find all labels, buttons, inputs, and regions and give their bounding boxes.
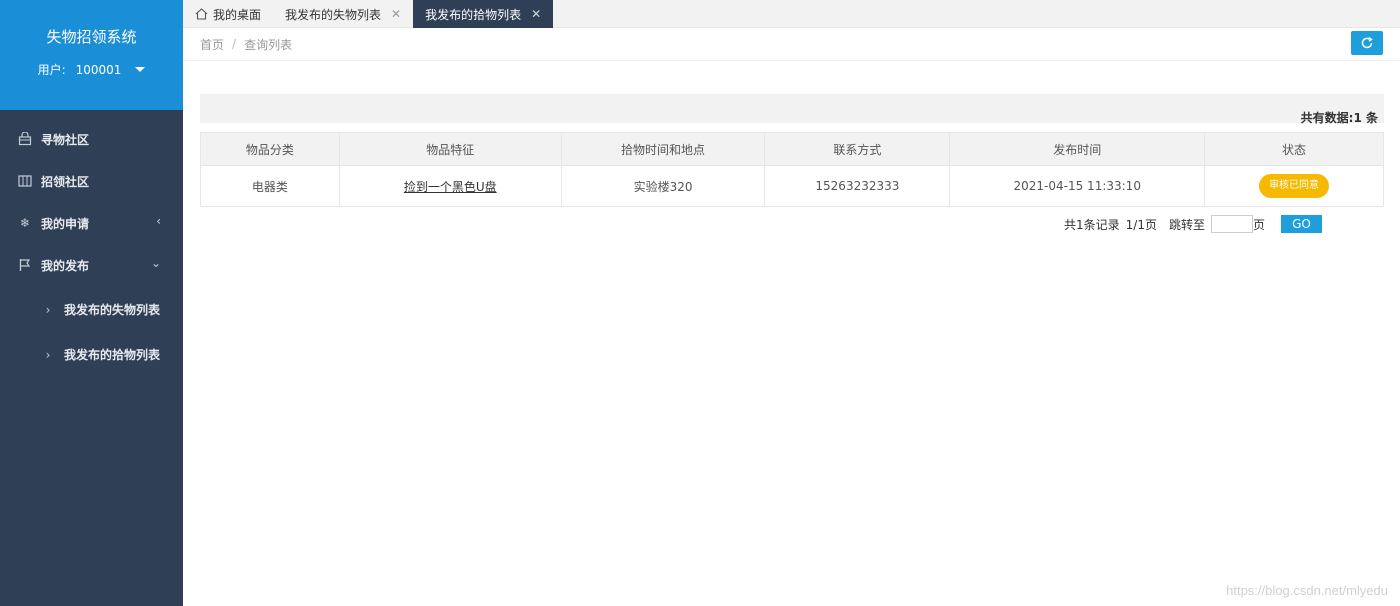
tab-desktop[interactable]: 我的桌面 xyxy=(183,0,273,28)
cell-time: 2021-04-15 11:33:10 xyxy=(949,165,1206,207)
status-badge: 审核已同意 xyxy=(1259,174,1330,198)
breadcrumb-home[interactable]: 首页 xyxy=(200,36,224,53)
sidebar-item-label: 寻物社区 xyxy=(41,132,90,147)
pager-jump-label: 跳转至 xyxy=(1168,217,1205,232)
sidebar-item-my-applications[interactable]: ❄ 我的申请 ‹ xyxy=(0,202,183,244)
cell-feature: 捡到一个黑色U盘 xyxy=(338,165,562,207)
results-table: 物品分类 物品特征 拾物时间和地点 联系方式 发布时间 状态 电器类 捡到一个黑… xyxy=(200,132,1384,207)
chevron-left-icon: ‹ xyxy=(156,214,161,228)
pager-pages: 1/1页 xyxy=(1125,217,1157,232)
tab-found-list[interactable]: 我发布的拾物列表 ✕ xyxy=(413,0,554,28)
columns-icon xyxy=(17,173,33,189)
chevron-down-icon: ⌄ xyxy=(150,256,161,270)
record-count: 共有数据:1 条 xyxy=(1300,111,1378,125)
sidebar-item-label: 招领社区 xyxy=(41,174,90,189)
tab-label: 我发布的拾物列表 xyxy=(425,7,522,22)
watermark: https://blog.csdn.net/mlyedu xyxy=(1226,583,1388,598)
user-info[interactable]: 用户: 100001 xyxy=(0,61,183,78)
sidebar-menu: 寻物社区 招领社区 ❄ 我的申请 ‹ 我的发布 ⌄ xyxy=(0,118,183,286)
feature-link[interactable]: 捡到一个黑色U盘 xyxy=(404,180,497,194)
refresh-button[interactable] xyxy=(1351,31,1383,55)
tab-label: 我的桌面 xyxy=(213,7,262,22)
page-jump-input[interactable] xyxy=(1210,215,1253,233)
main-content: 共有数据:1 条 物品分类 物品特征 拾物时间和地点 联系方式 发布时间 状态 … xyxy=(200,94,1384,233)
pager-records: 共1条记录 xyxy=(1064,217,1120,232)
toolbar-area xyxy=(200,94,1384,123)
tab-lost-list[interactable]: 我发布的失物列表 ✕ xyxy=(273,0,413,28)
cell-status: 审核已同意 xyxy=(1204,165,1384,207)
cell-contact: 15263232333 xyxy=(764,165,951,207)
bag-icon xyxy=(17,131,33,147)
snowflake-icon: ❄ xyxy=(19,216,31,230)
sidebar-subitem-lost-list[interactable]: › 我发布的失物列表 xyxy=(0,287,183,332)
brand-header: 失物招领系统 用户: 100001 xyxy=(0,0,183,110)
table-row: 电器类 捡到一个黑色U盘 实验楼320 15263232333 2021-04-… xyxy=(200,165,1384,207)
breadcrumb-current: 查询列表 xyxy=(244,37,293,52)
close-icon[interactable]: ✕ xyxy=(531,7,541,21)
refresh-icon xyxy=(1360,36,1374,50)
chevron-right-icon: › xyxy=(45,347,51,362)
tab-bar: 我的桌面 我发布的失物列表 ✕ 我发布的拾物列表 ✕ xyxy=(183,0,1400,28)
pagination: 共1条记录 1/1页 跳转至 页 GO xyxy=(200,215,1384,233)
close-icon[interactable]: ✕ xyxy=(391,7,401,21)
sidebar: 失物招领系统 用户: 100001 寻物社区 招领社区 ❄ 我的申请 ‹ 我的发… xyxy=(0,0,183,606)
sidebar-submenu: › 我发布的失物列表 › 我发布的拾物列表 xyxy=(0,287,183,377)
home-icon xyxy=(195,8,208,20)
breadcrumb: 首页 / 查询列表 xyxy=(183,28,1400,61)
breadcrumb-separator: / xyxy=(232,37,237,51)
cell-place: 实验楼320 xyxy=(560,165,766,207)
user-id: 100001 xyxy=(75,62,122,77)
sidebar-subitem-label: 我发布的失物列表 xyxy=(64,303,161,317)
sidebar-item-lost-community[interactable]: 寻物社区 xyxy=(0,118,183,160)
chevron-right-icon: › xyxy=(45,302,51,317)
sidebar-item-found-community[interactable]: 招领社区 xyxy=(0,160,183,202)
go-button[interactable]: GO xyxy=(1281,215,1322,233)
app-title: 失物招领系统 xyxy=(46,28,137,46)
tab-label: 我发布的失物列表 xyxy=(285,7,382,22)
pager-page-unit: 页 xyxy=(1252,217,1265,232)
sidebar-item-label: 我的发布 xyxy=(41,258,90,273)
summary-row: 共有数据:1 条 xyxy=(200,111,1384,141)
sidebar-item-label: 我的申请 xyxy=(41,216,90,231)
flag-icon xyxy=(17,257,33,273)
user-label: 用户: xyxy=(37,63,66,77)
sidebar-subitem-found-list[interactable]: › 我发布的拾物列表 xyxy=(0,332,183,377)
sidebar-subitem-label: 我发布的拾物列表 xyxy=(64,348,161,362)
caret-down-icon xyxy=(135,67,146,72)
sidebar-item-my-posts[interactable]: 我的发布 ⌄ xyxy=(0,244,183,286)
cell-category: 电器类 xyxy=(200,165,340,207)
